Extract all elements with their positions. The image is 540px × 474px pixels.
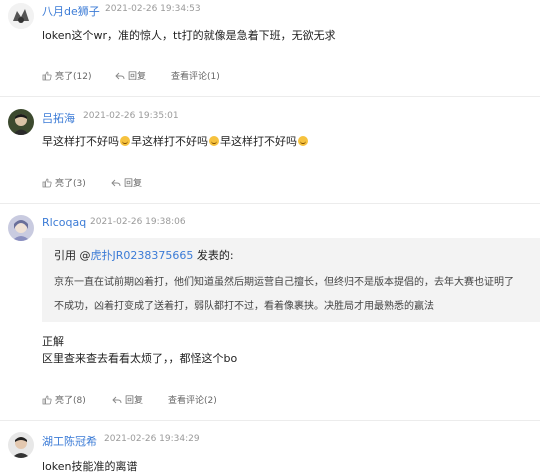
comment-text-segment: 早这样打不好吗 [42,135,119,148]
like-count: 亮了(12) [55,72,92,82]
comment-text-segment: 早这样打不好吗 [131,135,208,148]
reply-label: 回复 [125,396,144,406]
comment-text: loken技能准的离谱 [42,460,138,473]
view-comments-link[interactable]: 查看评论(1) [171,69,220,82]
view-comments-link[interactable]: 查看评论(2) [168,393,217,406]
reply-button[interactable]: 回复 [111,176,142,189]
like-button[interactable]: 亮了(3) [42,176,86,189]
avatar[interactable] [8,215,34,241]
username[interactable]: 湖工陈冠希 [42,433,97,449]
comment-text: 区里查来查去看看太烦了，，都怪这个bo [42,352,238,365]
view-comments-label: 查看评论(1) [171,72,220,82]
sweat-smile-icon [209,136,219,146]
timestamp: 2021-02-26 19:38:06 [90,217,186,227]
quote-text-line: 不成功，凶着打变成了送着打，弱队都打不过，看着像裹挟。决胜局才用最熟悉的赢法 [54,301,434,312]
like-count: 亮了(3) [55,179,86,189]
reply-arrow-icon [115,72,125,79]
comment-text: loken这个wr，准的惊人，tt打的就像是急着下班，无欲无求 [42,29,336,42]
username[interactable]: Rlcoqaq [42,216,86,229]
avatar[interactable] [8,432,34,458]
like-button[interactable]: 亮了(12) [42,69,91,82]
thumbs-up-icon [42,395,52,404]
reply-arrow-icon [112,396,122,403]
comment-item: 吕拓海 2021-02-26 19:35:01 早这样打不好吗 早这样打不好吗 早这… [0,97,540,197]
comment-text-segment: 早这样打不好吗 [220,135,297,148]
timestamp: 2021-02-26 19:35:01 [83,111,179,121]
reply-button[interactable]: 回复 [115,69,146,82]
comment-text: 早这样打不好吗 早这样打不好吗 早这样打不好吗 [42,133,309,149]
comment-item: 湖工陈冠希 2021-02-26 19:34:29 loken技能准的离谱 [0,421,540,474]
quote-prefix: 引用 @ [54,249,91,262]
reply-arrow-icon [111,179,121,186]
thumbs-up-icon [42,71,52,80]
avatar[interactable] [8,3,34,29]
comment-text: 正解 [42,335,64,348]
timestamp: 2021-02-26 19:34:29 [104,434,200,444]
sweat-smile-icon [298,136,308,146]
quote-author-link[interactable]: 虎扑JR0238375665 [91,249,194,262]
quote-text-line: 京东一直在试前期凶着打，他们知道虽然后期运营自己擅长，但终归不是版本提倡的，去年… [54,277,514,288]
thumbs-up-icon [42,178,52,187]
avatar[interactable] [8,109,34,135]
quote-header: 引用 @虎扑JR0238375665 发表的: [54,247,234,263]
reply-button[interactable]: 回复 [112,393,143,406]
reply-label: 回复 [128,72,147,82]
timestamp: 2021-02-26 19:34:53 [105,4,201,14]
comment-item: Rlcoqaq 2021-02-26 19:38:06 引用 @虎扑JR0238… [0,204,540,416]
like-button[interactable]: 亮了(8) [42,393,86,406]
reply-label: 回复 [124,179,143,189]
quote-block: 引用 @虎扑JR0238375665 发表的: 京东一直在试前期凶着打，他们知道… [42,238,540,322]
username[interactable]: 吕拓海 [42,110,75,126]
username[interactable]: 八月de狮子 [42,3,100,19]
view-comments-label: 查看评论(2) [168,396,217,406]
quote-suffix: 发表的: [193,249,234,262]
sweat-smile-icon [120,136,130,146]
comment-item: 八月de狮子 2021-02-26 19:34:53 loken这个wr，准的惊… [0,0,540,90]
like-count: 亮了(8) [55,396,86,406]
